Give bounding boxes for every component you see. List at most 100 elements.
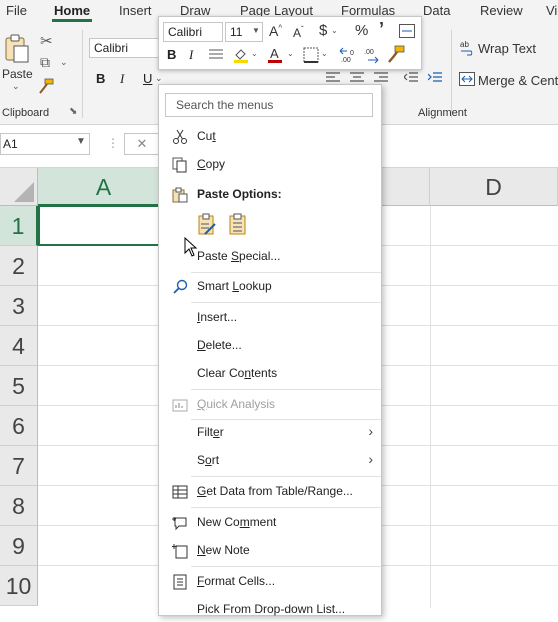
menu-separator	[191, 507, 381, 508]
align-left-icon[interactable]	[326, 72, 340, 84]
font-name-combo[interactable]: Calibri	[89, 38, 161, 58]
paste-button[interactable]: Paste	[2, 67, 33, 81]
row-header-3[interactable]: 3	[0, 286, 38, 326]
cut-icon[interactable]: ✂	[40, 32, 53, 50]
align-right-icon[interactable]	[374, 72, 388, 84]
cut-icon	[171, 128, 189, 146]
mouse-cursor-icon	[184, 236, 198, 257]
row-header-1[interactable]: 1	[0, 206, 38, 246]
svg-text:A: A	[270, 46, 279, 61]
row-header-4[interactable]: 4	[0, 326, 38, 366]
tab-file[interactable]: File	[6, 3, 27, 18]
menu-item-copy[interactable]: Copy	[159, 153, 381, 177]
menu-item-format-cells[interactable]: Format Cells...	[159, 570, 381, 594]
comma-style-icon[interactable]: ’	[379, 19, 384, 40]
fill-color-icon[interactable]	[233, 47, 249, 63]
italic-button[interactable]: I	[120, 71, 124, 87]
menu-separator	[191, 476, 381, 477]
paste-values-icon[interactable]	[227, 212, 249, 238]
row-header-6[interactable]: 6	[0, 406, 38, 446]
menu-item-cut[interactable]: Cut	[159, 125, 381, 149]
tab-review[interactable]: Review	[480, 3, 523, 18]
font-color-icon[interactable]: A	[267, 46, 283, 64]
currency-dropdown-icon[interactable]: ⌄	[331, 26, 338, 35]
increase-decimal-icon[interactable]: .00 0	[339, 46, 359, 64]
wrap-text-button[interactable]: Wrap Text	[478, 41, 536, 56]
menu-item-label: Quick Analysis	[197, 397, 276, 411]
row-header-2[interactable]: 2	[0, 246, 38, 286]
wrap-text-icon[interactable]: ab	[460, 40, 476, 56]
merge-center-icon[interactable]	[459, 71, 475, 87]
percent-icon[interactable]: %	[355, 22, 368, 39]
group-separator	[82, 30, 83, 118]
menu-item-get-data[interactable]: Get Data from Table/Range...	[159, 480, 381, 504]
menu-item-label: Paste Special...	[197, 249, 281, 263]
borders-icon[interactable]	[303, 47, 319, 63]
align-center-icon[interactable]	[350, 72, 364, 84]
menu-item-delete[interactable]: Delete...	[159, 334, 381, 358]
tab-home[interactable]: Home	[54, 3, 90, 18]
borders-dropdown-icon[interactable]: ⌄	[321, 49, 328, 58]
formula-bar-handle-icon[interactable]: ⋮	[107, 136, 119, 150]
menu-item-label: New Note	[197, 543, 250, 557]
menu-item-pick-list[interactable]: Pick From Drop-down List...	[159, 598, 381, 622]
paste-keep-format-icon[interactable]	[197, 212, 219, 238]
decrease-font-icon[interactable]: Aˇ	[293, 25, 304, 40]
tab-insert[interactable]: Insert	[119, 3, 152, 18]
menu-item-label: Delete...	[197, 338, 242, 352]
copy-icon[interactable]: ⧉	[40, 54, 50, 71]
tab-data[interactable]: Data	[423, 3, 450, 18]
menu-search-input[interactable]: Search the menus	[165, 93, 373, 117]
merge-icon[interactable]	[399, 24, 415, 38]
alignment-group-label: Alignment	[418, 107, 467, 119]
mini-format-painter-icon[interactable]	[387, 45, 405, 63]
currency-icon[interactable]: $	[319, 22, 327, 39]
select-all-corner[interactable]	[0, 168, 38, 206]
menu-item-label: Get Data from Table/Range...	[197, 484, 353, 498]
row-header-5[interactable]: 5	[0, 366, 38, 406]
menu-item-label: Pick From Drop-down List...	[197, 602, 346, 616]
row-header-8[interactable]: 8	[0, 486, 38, 526]
menu-item-filter[interactable]: Filter ›	[159, 421, 381, 445]
column-header-a[interactable]: A	[38, 168, 170, 206]
mini-align-icon[interactable]	[209, 48, 223, 62]
name-box-dropdown-icon[interactable]: ▼	[76, 136, 86, 147]
menu-item-insert[interactable]: Insert...	[159, 306, 381, 330]
column-header-d[interactable]: D	[430, 168, 558, 206]
size-dropdown-icon[interactable]: ▼	[252, 26, 260, 35]
decrease-decimal-icon[interactable]: .00	[363, 46, 383, 64]
menu-item-sort[interactable]: Sort ›	[159, 449, 381, 473]
clipboard-launcher-icon[interactable]: ⬊	[69, 106, 77, 117]
fill-dropdown-icon[interactable]: ⌄	[251, 49, 258, 58]
underline-button[interactable]: U	[143, 71, 152, 86]
merge-center-button[interactable]: Merge & Center	[478, 73, 558, 88]
menu-item-new-note[interactable]: New Note	[159, 539, 381, 563]
quick-analysis-icon	[171, 396, 189, 414]
menu-item-smart-lookup[interactable]: Smart Lookup	[159, 275, 381, 299]
new-comment-icon	[171, 514, 189, 532]
menu-item-label: Copy	[197, 157, 226, 171]
increase-font-icon[interactable]: A^	[269, 23, 282, 39]
formula-cancel-button[interactable]: ✕	[124, 133, 160, 155]
row-header-7[interactable]: 7	[0, 446, 38, 486]
paste-icon[interactable]	[3, 34, 31, 64]
mini-italic-button[interactable]: I	[189, 47, 193, 63]
paste-dropdown-icon[interactable]: ⌄	[12, 81, 20, 92]
increase-indent-icon[interactable]	[427, 72, 442, 84]
copy-dropdown-icon[interactable]: ⌄	[60, 57, 68, 68]
menu-item-label: Sort	[197, 453, 220, 467]
mini-bold-button[interactable]: B	[167, 47, 176, 62]
row-header-9[interactable]: 9	[0, 526, 38, 566]
underline-dropdown-icon[interactable]: ⌄	[155, 73, 163, 84]
tab-view[interactable]: View	[546, 3, 558, 18]
decrease-indent-icon[interactable]	[403, 72, 418, 84]
menu-separator	[191, 566, 381, 567]
font-color-dropdown-icon[interactable]: ⌄	[287, 49, 294, 58]
selected-cell-a1[interactable]	[38, 205, 170, 246]
bold-button[interactable]: B	[96, 71, 105, 86]
mini-font-combo[interactable]: Calibri	[163, 22, 223, 42]
row-header-10[interactable]: 10	[0, 566, 38, 606]
menu-item-new-comment[interactable]: New Comment	[159, 511, 381, 535]
format-painter-icon[interactable]	[38, 78, 54, 94]
menu-item-clear-contents[interactable]: Clear Contents	[159, 362, 381, 386]
